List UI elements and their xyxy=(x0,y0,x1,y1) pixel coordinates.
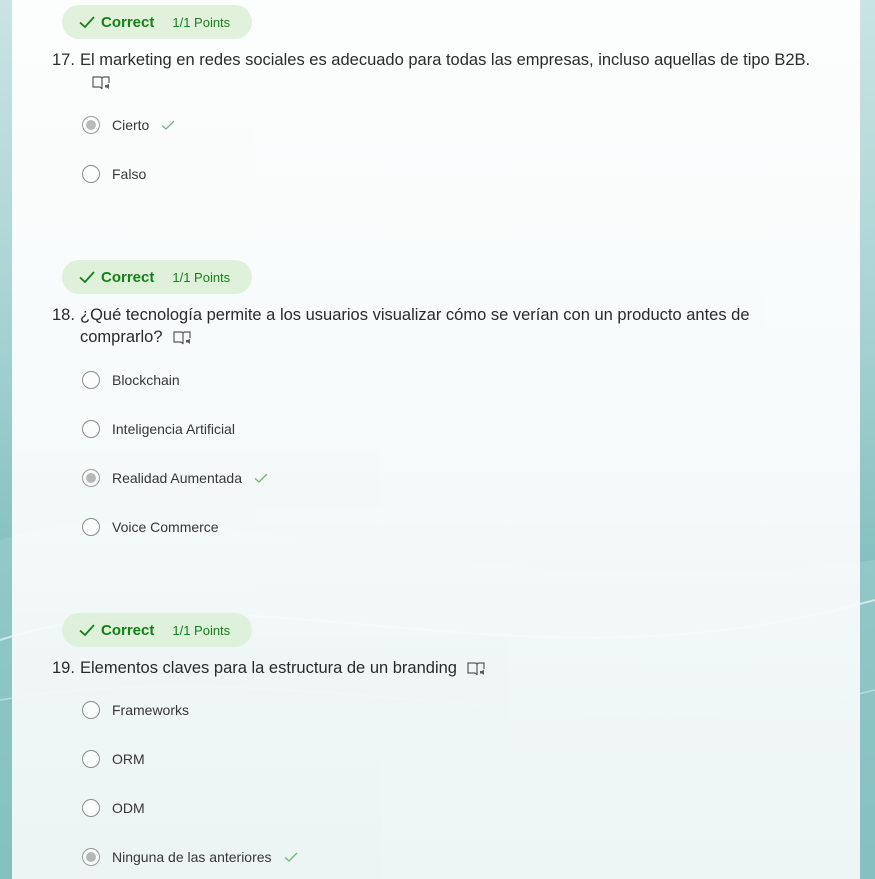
radio-button[interactable] xyxy=(82,750,100,768)
radio-button[interactable] xyxy=(82,371,100,389)
radio-button-selected[interactable] xyxy=(82,116,100,134)
quiz-card: Correct 1/1 Points 17. El marketing en r… xyxy=(12,0,860,879)
option-label: Cierto xyxy=(112,117,150,133)
option-realidad-aumentada[interactable]: Realidad Aumentada xyxy=(82,466,268,490)
radio-button[interactable] xyxy=(82,799,100,817)
option-label: Inteligencia Artificial xyxy=(112,421,235,437)
option-label: Voice Commerce xyxy=(112,519,219,535)
radio-button[interactable] xyxy=(82,701,100,719)
option-label: ORM xyxy=(112,751,145,767)
immersive-reader-icon[interactable] xyxy=(467,661,487,677)
option-label: ODM xyxy=(112,800,145,816)
checkmark-icon xyxy=(79,16,95,29)
points-label: 1/1 Points xyxy=(172,269,231,285)
option-falso[interactable]: Falso xyxy=(82,162,146,186)
points-label: 1/1 Points xyxy=(172,622,231,638)
radio-button[interactable] xyxy=(82,518,100,536)
option-inteligencia-artificial[interactable]: Inteligencia Artificial xyxy=(82,417,235,441)
correct-status-label: Correct xyxy=(101,268,155,286)
option-odm[interactable]: ODM xyxy=(82,796,145,820)
option-label: Falso xyxy=(112,166,147,182)
option-orm[interactable]: ORM xyxy=(82,747,145,771)
radio-button[interactable] xyxy=(82,420,100,438)
correct-status-label: Correct xyxy=(101,621,155,639)
question-number: 19. xyxy=(52,659,75,677)
checkmark-icon xyxy=(79,271,95,284)
question-text: Elementos claves para la estructura de u… xyxy=(80,659,457,677)
correct-badge: Correct 1/1 Points xyxy=(62,613,252,647)
correct-answer-checkmark-icon xyxy=(161,120,175,130)
immersive-reader-icon[interactable] xyxy=(92,75,112,91)
option-voice-commerce[interactable]: Voice Commerce xyxy=(82,515,219,539)
option-cierto[interactable]: Cierto xyxy=(82,113,175,137)
correct-badge: Correct 1/1 Points xyxy=(62,260,252,294)
radio-button[interactable] xyxy=(82,165,100,183)
question-text-line1: ¿Qué tecnología permite a los usuarios v… xyxy=(80,306,750,324)
radio-button-selected[interactable] xyxy=(82,848,100,866)
correct-answer-checkmark-icon xyxy=(284,852,298,862)
option-label: Frameworks xyxy=(112,702,190,718)
immersive-reader-icon[interactable] xyxy=(172,330,193,346)
question-text: El marketing en redes sociales es adecua… xyxy=(80,51,811,69)
option-label: Blockchain xyxy=(112,372,180,388)
points-label: 1/1 Points xyxy=(172,14,231,30)
radio-button-selected[interactable] xyxy=(82,469,100,487)
correct-status-label: Correct xyxy=(101,13,155,31)
option-frameworks[interactable]: Frameworks xyxy=(82,698,189,722)
question-number: 18. xyxy=(52,306,75,324)
option-label: Realidad Aumentada xyxy=(112,470,242,486)
option-blockchain[interactable]: Blockchain xyxy=(82,368,180,392)
question-number: 17. xyxy=(52,51,75,69)
option-ninguna-de-las-anteriores[interactable]: Ninguna de las anteriores xyxy=(82,845,298,869)
checkmark-icon xyxy=(79,624,95,637)
correct-badge: Correct 1/1 Points xyxy=(62,5,252,39)
option-label: Ninguna de las anteriores xyxy=(112,849,272,865)
question-text-line2: comprarlo? xyxy=(80,328,163,346)
correct-answer-checkmark-icon xyxy=(254,473,268,483)
